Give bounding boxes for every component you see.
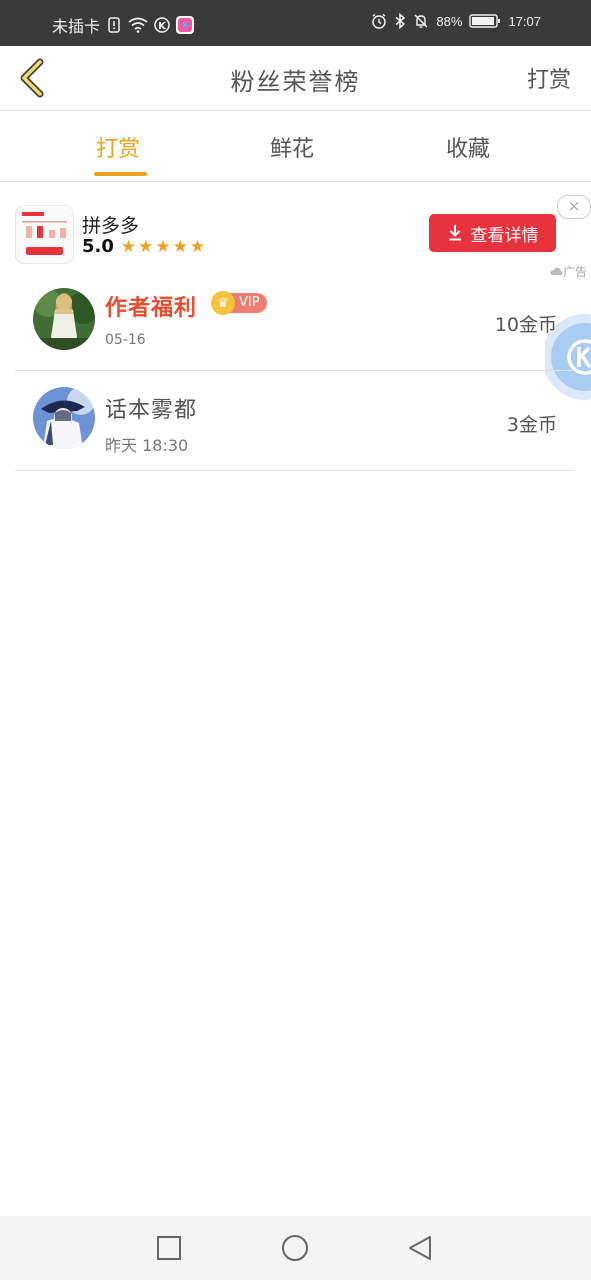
battery-icon	[469, 14, 501, 28]
system-nav-bar	[0, 1216, 591, 1280]
back-triangle-icon[interactable]	[406, 1234, 434, 1262]
sim-alert-icon	[108, 17, 120, 33]
download-icon	[448, 225, 461, 241]
status-bar: 未插卡 K 88% 17:07	[0, 0, 591, 46]
active-tab-indicator	[94, 172, 147, 176]
svg-text:K: K	[158, 21, 167, 32]
ad-cta-label: 查看详情	[470, 225, 539, 246]
status-right: 88% 17:07	[371, 13, 541, 29]
star-rating-icon: ★★★★★	[120, 236, 208, 257]
tab-flowers[interactable]: 鲜花	[270, 131, 314, 163]
ad-close-button[interactable]: ×	[557, 195, 591, 219]
reward-amount: 3金币	[506, 414, 557, 436]
tab-bar: 打赏 鲜花 收藏	[0, 111, 591, 182]
mute-icon	[414, 14, 428, 28]
avatar	[33, 288, 95, 350]
avatar	[33, 387, 95, 449]
ad-banner[interactable]: 拼多多 5.0 ★★★★★ 查看详情 × 广告	[0, 195, 591, 279]
tab-reward[interactable]: 打赏	[96, 131, 140, 163]
crown-icon: ♛	[211, 291, 235, 315]
vip-badge: ♛ VIP	[211, 291, 267, 315]
wifi-icon	[128, 17, 148, 33]
recent-apps-square-icon[interactable]	[155, 1234, 183, 1262]
ad-app-name: 拼多多	[82, 215, 140, 237]
tab-favorites[interactable]: 收藏	[446, 131, 490, 163]
reward-date: 昨天 18:30	[105, 436, 189, 455]
user-name: 话本雾都	[105, 398, 198, 423]
battery-percent: 88%	[436, 13, 463, 29]
user-name: 作者福利	[105, 296, 198, 321]
reward-action-button[interactable]: 打赏	[527, 62, 571, 94]
clock-time: 17:07	[508, 13, 541, 29]
video-app-icon	[176, 16, 195, 34]
k-app-icon: K	[154, 17, 170, 33]
title-bar: 粉丝荣誉榜 打赏	[0, 46, 591, 111]
reward-date: 05-16	[105, 332, 146, 348]
list-item[interactable]: 话本雾都 昨天 18:30 3金币	[15, 370, 575, 471]
ad-rating-value: 5.0	[82, 236, 114, 257]
ad-rating: 5.0 ★★★★★	[82, 236, 207, 257]
home-circle-icon[interactable]	[281, 1234, 309, 1262]
bluetooth-icon	[395, 13, 406, 29]
carrier-text: 未插卡	[52, 19, 101, 36]
ad-app-icon	[15, 205, 74, 264]
page-title: 粉丝荣誉榜	[230, 68, 361, 96]
ad-view-details-button[interactable]: 查看详情	[429, 214, 556, 252]
reward-amount: 10金币	[494, 314, 557, 336]
alarm-icon	[372, 13, 387, 29]
status-left: 未插卡 K	[52, 13, 195, 37]
list-item[interactable]: 作者福利 ♛ VIP 05-16 10金币	[15, 270, 575, 371]
